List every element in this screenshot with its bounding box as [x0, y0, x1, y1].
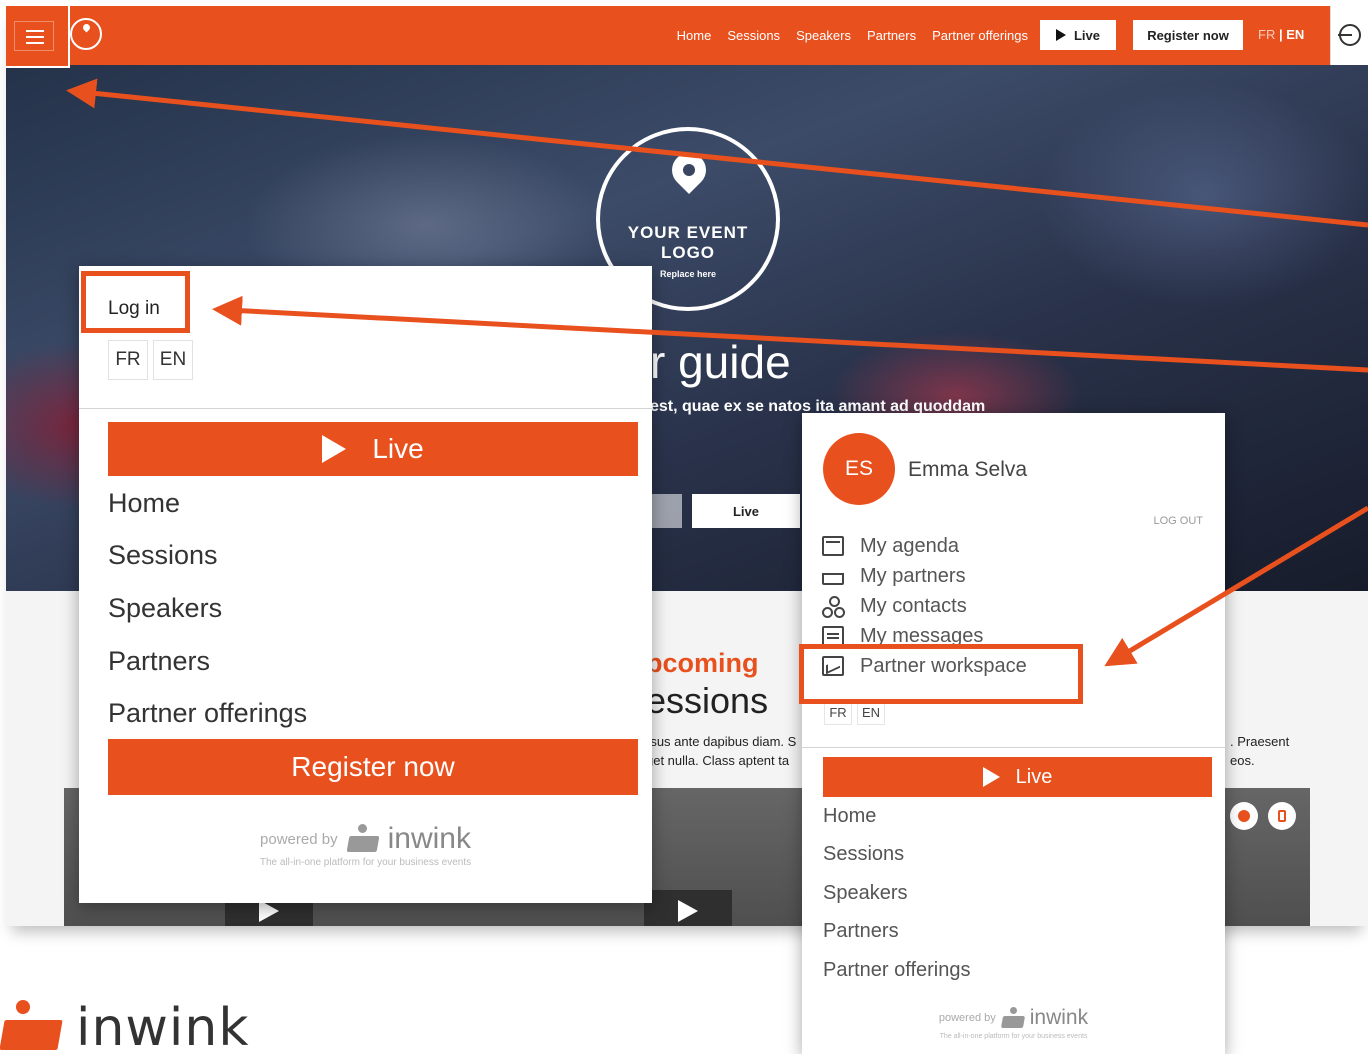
arrow-to-partner-workspace [1104, 505, 1368, 667]
callout-arrows [66, 78, 1368, 667]
arrow-to-menu-button [66, 78, 1368, 228]
annotated-screenshot: YOUR EVENT LOGO Replace here r guide est… [0, 0, 1368, 1054]
inwink-brand-logo: inwink [0, 998, 260, 1054]
arrow-to-login [212, 295, 1368, 373]
inwink-logo-icon [0, 1000, 64, 1054]
inwink-wordmark: inwink [76, 998, 250, 1054]
